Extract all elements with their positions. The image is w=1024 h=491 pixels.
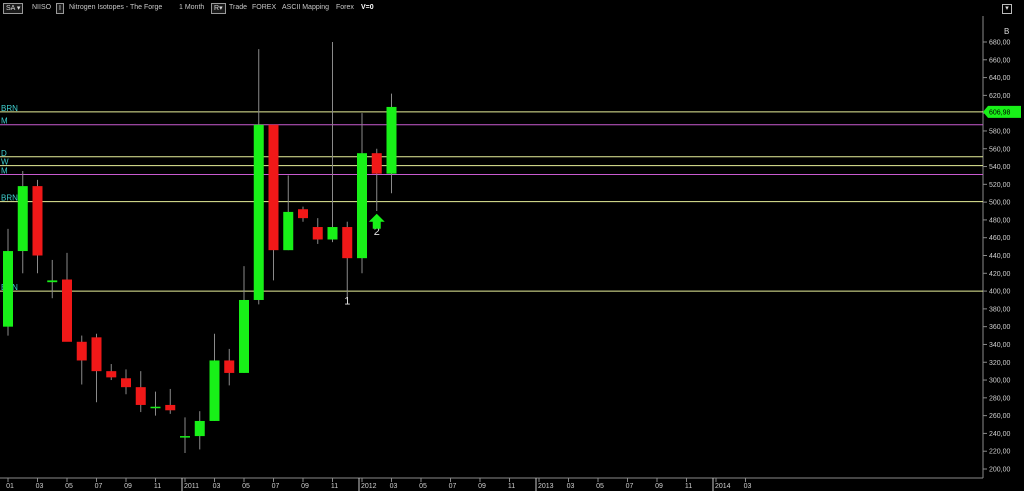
y-tick-label: 660,00 [989, 57, 1011, 64]
candle-body [165, 404, 176, 411]
y-tick-label: 360,00 [989, 324, 1011, 331]
candle-body [106, 371, 117, 378]
candle-body [121, 378, 131, 388]
level-label: M [1, 167, 8, 176]
x-tick-label: 09 [124, 483, 132, 490]
x-tick-label: 11 [154, 483, 161, 490]
x-tick-label: 03 [213, 483, 221, 490]
candle-body [3, 251, 13, 327]
level-label: BRN [1, 194, 18, 203]
candle-body [357, 153, 367, 259]
candle-body [371, 153, 382, 174]
last-price-label: 606,98 [989, 109, 1011, 116]
x-tick-label: 11 [685, 483, 692, 490]
x-tick-label: 05 [242, 483, 250, 490]
y-tick-label: 420,00 [989, 271, 1011, 278]
up-arrow-icon [368, 213, 385, 229]
y-tick-label: 400,00 [989, 289, 1011, 296]
level-label: D [1, 149, 7, 158]
candle-body [47, 280, 58, 283]
x-tick-label: 07 [95, 483, 103, 490]
level-label: W [1, 158, 9, 167]
y-tick-label: 520,00 [989, 182, 1011, 189]
candle-body [17, 186, 28, 252]
x-tick-label: 05 [596, 483, 604, 490]
candle-body [224, 360, 235, 373]
y-tick-label: 460,00 [989, 235, 1011, 242]
candle-body [135, 387, 146, 405]
x-tick-label: 05 [419, 483, 427, 490]
y-tick-label: 540,00 [989, 164, 1011, 171]
candle-body [76, 341, 87, 361]
candle-body [91, 337, 102, 372]
x-tick-label: 03 [567, 483, 575, 490]
candle-body [239, 299, 249, 373]
y-tick-label: 320,00 [989, 360, 1011, 367]
x-tick-label: 2012 [361, 483, 377, 490]
x-tick-label: 07 [626, 483, 634, 490]
y-tick-label: 640,00 [989, 75, 1011, 82]
y-tick-label: 380,00 [989, 306, 1011, 313]
candle-body [150, 406, 161, 409]
x-tick-label: 09 [655, 483, 663, 490]
x-tick-label: 01 [6, 483, 14, 490]
candle-body [283, 211, 294, 251]
candle-body [327, 227, 338, 240]
candle-body [180, 436, 190, 438]
y-tick-label: 340,00 [989, 342, 1011, 349]
x-tick-label: 2014 [715, 483, 731, 490]
y-tick-label: 260,00 [989, 413, 1011, 420]
y-tick-label: 440,00 [989, 253, 1011, 260]
x-tick-label: 11 [508, 483, 515, 490]
x-tick-label: 07 [272, 483, 280, 490]
candle-body [386, 106, 397, 174]
y-tick-label: 480,00 [989, 217, 1011, 224]
y-tick-label: 500,00 [989, 200, 1011, 207]
level-label: M [1, 117, 8, 126]
candle-body [62, 279, 72, 342]
candle-body [268, 124, 279, 251]
x-tick-label: 03 [36, 483, 44, 490]
candle-body [342, 227, 353, 259]
y-tick-label: 560,00 [989, 146, 1011, 153]
x-tick-label: 03 [744, 483, 752, 490]
x-tick-label: 2013 [538, 483, 554, 490]
candle-body [253, 124, 264, 300]
candle-body [194, 420, 205, 437]
x-tick-label: 09 [301, 483, 309, 490]
candlestick-chart: 200,00 220,00 240,00 260,00 280,00 300,00 320,… [0, 16, 1021, 491]
x-tick-label: 07 [449, 483, 457, 490]
x-tick-label: 03 [390, 483, 398, 490]
y-tick-label: 200,00 [989, 467, 1011, 474]
x-tick-label: 2011 [184, 483, 199, 490]
y-tick-label: 280,00 [989, 395, 1011, 402]
y-tick-label: 620,00 [989, 93, 1011, 100]
annotation-label: 1 [344, 295, 350, 307]
candle-body [32, 186, 43, 256]
candle-body [209, 360, 220, 421]
x-tick-label: 05 [65, 483, 73, 490]
level-label: BRN [1, 104, 18, 113]
candle-body [312, 227, 323, 240]
y-tick-label: 580,00 [989, 128, 1011, 135]
y-tick-label: 300,00 [989, 378, 1011, 385]
candle-body [298, 209, 308, 219]
y-tick-label: 220,00 [989, 449, 1011, 456]
x-tick-label: 09 [478, 483, 486, 490]
y-tick-label: 680,00 [989, 40, 1011, 47]
y-tick-label: 240,00 [989, 431, 1011, 438]
x-tick-label: 11 [331, 483, 338, 490]
